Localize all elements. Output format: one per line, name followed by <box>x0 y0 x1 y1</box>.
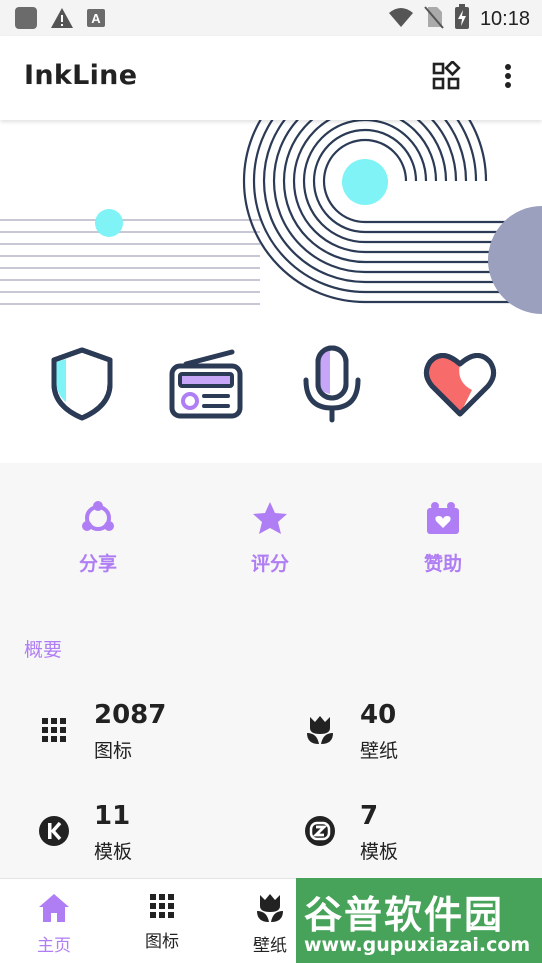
shield-icon[interactable] <box>42 344 122 424</box>
app-notification-icon <box>14 6 38 34</box>
nav-item-icons[interactable]: 图标 <box>108 893 216 952</box>
grid-icon <box>149 894 175 923</box>
more-vert-icon <box>504 63 512 93</box>
microphone-icon[interactable] <box>292 344 372 424</box>
app-bar: InkLine <box>0 36 542 120</box>
heart-icon[interactable] <box>420 344 500 424</box>
nav-label: 主页 <box>37 936 71 956</box>
svg-text:A: A <box>91 11 101 26</box>
stat-wallpapers[interactable]: 40 壁纸 <box>304 700 542 770</box>
kwgt-icon <box>38 815 70 847</box>
share-label: 分享 <box>78 553 117 575</box>
clock: 10:18 <box>479 7 530 30</box>
share-icon <box>80 501 116 539</box>
tulip-icon <box>256 894 284 927</box>
stat-label: 壁纸 <box>360 740 399 762</box>
zooper-icon <box>304 815 336 847</box>
home-icon <box>38 894 70 927</box>
warning-icon <box>50 7 74 33</box>
font-notification-icon: A <box>86 8 106 32</box>
watermark-url: www.gupuxiazai.com <box>304 934 531 956</box>
nav-label: 图标 <box>145 932 179 952</box>
battery-charging-icon <box>454 4 470 34</box>
stat-icons[interactable]: 2087 图标 <box>38 700 278 770</box>
donate-label: 赞助 <box>423 553 462 575</box>
no-sim-icon <box>424 5 444 33</box>
stat-value: 7 <box>360 801 379 831</box>
stat-value: 2087 <box>94 700 167 730</box>
stat-value: 40 <box>360 700 397 730</box>
nav-item-home[interactable]: 主页 <box>0 893 108 956</box>
apply-launcher-button[interactable] <box>426 58 466 98</box>
stat-label: 图标 <box>94 740 133 762</box>
stat-zooper-templates[interactable]: 7 模板 <box>304 801 542 871</box>
overflow-menu-button[interactable] <box>488 58 528 98</box>
app-title: InkLine <box>24 60 138 91</box>
widgets-icon <box>431 59 461 95</box>
star-icon <box>252 502 288 539</box>
donate-button[interactable]: 赞助 <box>383 501 503 576</box>
overview-title: 概要 <box>24 639 63 661</box>
radio-icon[interactable] <box>166 344 246 424</box>
stat-label: 模板 <box>94 841 133 863</box>
share-button[interactable]: 分享 <box>38 501 158 576</box>
gift-icon <box>425 502 461 539</box>
stat-kwgt-templates[interactable]: 11 模板 <box>38 801 278 871</box>
icon-preview-row <box>0 320 542 463</box>
stat-value: 11 <box>94 801 131 831</box>
wifi-icon <box>388 6 414 32</box>
rate-button[interactable]: 评分 <box>210 501 330 576</box>
stat-label: 模板 <box>360 841 399 863</box>
watermark-text: 谷普软件园 <box>304 893 505 937</box>
grid-icon <box>38 714 70 746</box>
tulip-icon <box>304 714 336 746</box>
action-row: 分享 评分 赞助 <box>0 463 542 613</box>
rate-label: 评分 <box>250 553 289 575</box>
status-bar: A 10:18 <box>0 0 542 36</box>
header-banner <box>0 120 542 320</box>
watermark: 谷普软件园 www.gupuxiazai.com <box>296 878 542 963</box>
